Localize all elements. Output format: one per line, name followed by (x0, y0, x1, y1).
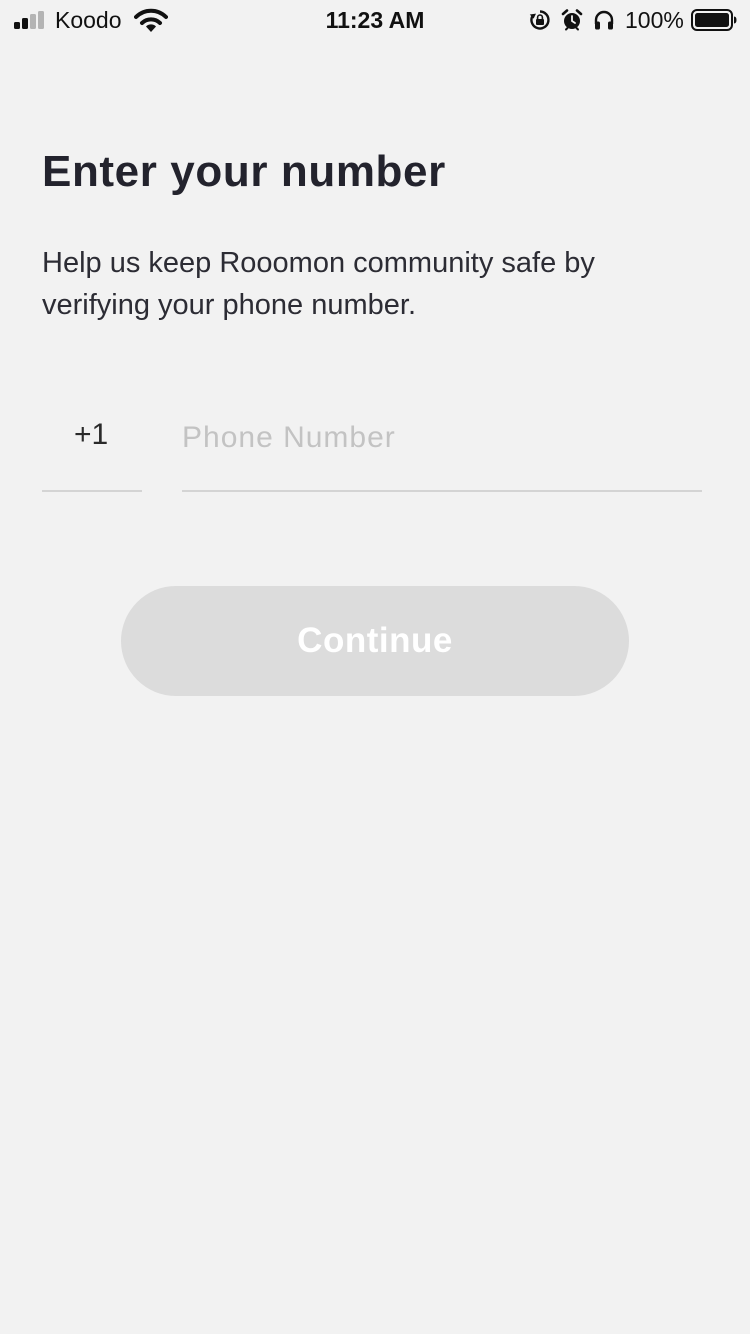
alarm-icon (561, 9, 583, 31)
headphones-icon (594, 10, 614, 30)
phone-number-field (182, 400, 702, 492)
orientation-lock-icon (529, 10, 550, 30)
country-code-label: +1 (74, 418, 109, 451)
status-bar: Koodo 11:23 AM 100% (0, 0, 750, 40)
phone-number-input[interactable] (182, 416, 702, 460)
battery-percent: 100% (625, 7, 684, 33)
country-code-selector[interactable]: +1 (42, 400, 142, 492)
continue-button[interactable]: Continue (121, 586, 629, 696)
page-title: Enter your number (42, 147, 446, 196)
battery-icon (691, 9, 737, 31)
page-subtitle: Help us keep Rooomon community safe by v… (42, 247, 595, 321)
